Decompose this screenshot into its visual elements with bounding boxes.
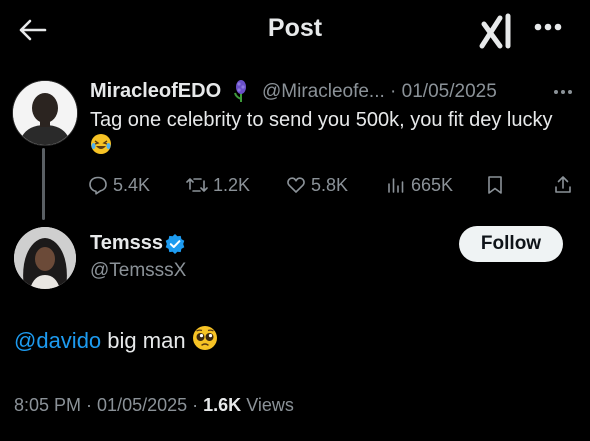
retweet-icon <box>186 178 208 192</box>
thread-connector-line <box>42 148 45 220</box>
pleading-face-emoji <box>192 325 218 357</box>
laughing-tears-emoji <box>90 133 112 162</box>
separator-dot: · <box>384 81 402 102</box>
tweet-text: Tag one celebrity to send you 500k, you … <box>90 108 560 162</box>
grok-icon <box>479 13 511 49</box>
mention-link[interactable]: @davido <box>14 328 101 353</box>
reply-icon <box>89 176 107 195</box>
avatar-miracleofedo[interactable] <box>12 80 78 146</box>
separator-dot: · <box>81 395 98 415</box>
views-label: Views <box>246 395 294 415</box>
verified-badge-icon <box>164 233 186 255</box>
retweet-action[interactable]: 1.2K <box>186 172 250 198</box>
analytics-icon <box>388 178 404 193</box>
share-action[interactable] <box>553 172 573 198</box>
handle[interactable]: @Miracleofe... <box>262 81 385 102</box>
share-icon <box>555 176 571 193</box>
heart-icon <box>287 177 305 193</box>
hyacinth-flower-icon <box>232 79 250 103</box>
reply-text-content: big man <box>101 328 186 353</box>
post-date[interactable]: 01/05/2025 <box>402 81 497 102</box>
more-options-button[interactable] <box>528 12 568 42</box>
tweet-more-button[interactable] <box>550 84 576 100</box>
display-name[interactable]: Temsss <box>90 232 163 255</box>
views-action[interactable]: 665K <box>386 172 453 198</box>
views-count[interactable]: 1.6K <box>203 395 241 415</box>
tweet-text-content: Tag one celebrity to send you 500k, you … <box>90 109 553 131</box>
grok-button[interactable] <box>478 12 518 50</box>
more-horizontal-icon <box>534 23 562 31</box>
reply-text: @davido big man <box>14 325 218 357</box>
reply-count: 5.4K <box>113 174 151 195</box>
reply-action[interactable]: 5.4K <box>88 172 150 198</box>
separator-dot: · <box>187 395 204 415</box>
follow-button[interactable]: Follow <box>459 226 563 262</box>
retweet-count: 1.2K <box>213 174 251 195</box>
display-name[interactable]: MiracleofEDO <box>90 80 221 103</box>
views-count: 665K <box>411 174 454 195</box>
post-date[interactable]: 01/05/2025 <box>97 395 187 415</box>
handle[interactable]: @TemsssX <box>90 260 186 282</box>
like-count: 5.8K <box>311 174 349 195</box>
like-action[interactable]: 5.8K <box>286 172 348 198</box>
post-time[interactable]: 8:05 PM <box>14 395 81 415</box>
handle-and-date: @Miracleofe... · 01/05/2025 <box>262 81 497 103</box>
avatar-image <box>14 227 76 289</box>
avatar-temsss[interactable] <box>14 227 76 289</box>
avatar-image <box>13 81 77 145</box>
bookmark-icon <box>488 176 502 194</box>
post-metadata: 8:05 PM · 01/05/2025 · 1.6K Views <box>14 395 294 416</box>
more-horizontal-icon <box>554 90 572 94</box>
bookmark-action[interactable] <box>486 172 504 198</box>
